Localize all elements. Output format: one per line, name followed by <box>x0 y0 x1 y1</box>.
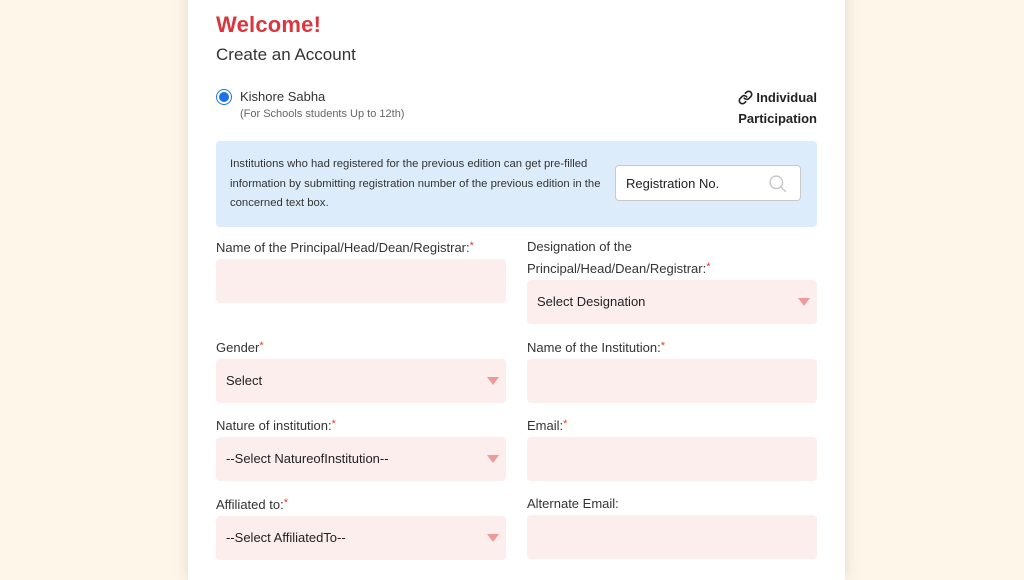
designation-label-line2: Principal/Head/Dean/Registrar: <box>527 261 707 276</box>
affiliated-selected-value: --Select AffiliatedTo-- <box>226 530 346 545</box>
affiliated-field: Affiliated to:* --Select AffiliatedTo-- <box>216 493 506 560</box>
caret-down-icon <box>487 377 499 385</box>
alternate-email-field: Alternate Email: <box>527 493 817 559</box>
registration-card: Welcome! Create an Account Kishore Sabha… <box>188 0 845 580</box>
required-marker: * <box>563 418 568 430</box>
caret-down-icon <box>798 298 810 306</box>
email-label: Email: <box>527 418 564 433</box>
required-marker: * <box>283 497 288 509</box>
kishore-sabha-option[interactable]: Kishore Sabha (For Schools students Up t… <box>216 88 404 122</box>
nature-selected-value: --Select NatureofInstitution-- <box>226 451 389 466</box>
designation-selected-value: Select Designation <box>537 294 646 309</box>
required-marker: * <box>331 418 336 430</box>
required-marker: * <box>660 340 665 352</box>
principal-name-input[interactable] <box>216 259 506 303</box>
gender-selected-value: Select <box>226 373 263 388</box>
individual-label-line1: Individual <box>756 90 817 105</box>
registration-number-input[interactable] <box>626 166 766 200</box>
caret-down-icon <box>487 534 499 542</box>
individual-participation-link[interactable]: Individual Participation <box>738 87 817 129</box>
institution-name-field: Name of the Institution:* <box>527 336 817 403</box>
required-marker: * <box>469 240 474 252</box>
caret-down-icon <box>487 455 499 463</box>
institution-name-label: Name of the Institution: <box>527 340 661 355</box>
kishore-sabha-radio[interactable] <box>216 89 232 105</box>
gender-select[interactable]: Select <box>216 359 506 403</box>
nature-select[interactable]: --Select NatureofInstitution-- <box>216 437 506 481</box>
individual-label-line2: Participation <box>738 111 817 126</box>
page-subtitle: Create an Account <box>216 45 356 64</box>
link-icon <box>738 90 753 105</box>
designation-label-line1: Designation of the <box>527 239 632 254</box>
principal-name-label: Name of the Principal/Head/Dean/Registra… <box>216 240 470 255</box>
kishore-sabha-label: Kishore Sabha <box>240 89 326 104</box>
required-marker: * <box>706 261 711 273</box>
email-input[interactable] <box>527 437 817 481</box>
email-field: Email:* <box>527 414 817 481</box>
nature-label: Nature of institution: <box>216 418 332 433</box>
affiliated-label: Affiliated to: <box>216 497 284 512</box>
principal-name-field: Name of the Principal/Head/Dean/Registra… <box>216 236 506 303</box>
prefill-info-box: Institutions who had registered for the … <box>216 141 817 227</box>
designation-select[interactable]: Select Designation <box>527 280 817 324</box>
gender-field: Gender* Select <box>216 336 506 403</box>
registration-search-field[interactable] <box>615 165 801 201</box>
designation-field: Designation of the Principal/Head/Dean/R… <box>527 236 817 324</box>
institution-name-input[interactable] <box>527 359 817 403</box>
nature-field: Nature of institution:* --Select Natureo… <box>216 414 506 481</box>
search-icon[interactable] <box>768 174 788 194</box>
required-marker: * <box>259 340 264 352</box>
gender-label: Gender <box>216 340 260 355</box>
kishore-sabha-sublabel: (For Schools students Up to 12th) <box>240 108 405 120</box>
affiliated-select[interactable]: --Select AffiliatedTo-- <box>216 516 506 560</box>
welcome-heading: Welcome! <box>216 12 322 37</box>
alternate-email-label: Alternate Email: <box>527 496 619 511</box>
alternate-email-input[interactable] <box>527 515 817 559</box>
prefill-info-text: Institutions who had registered for the … <box>230 158 601 209</box>
